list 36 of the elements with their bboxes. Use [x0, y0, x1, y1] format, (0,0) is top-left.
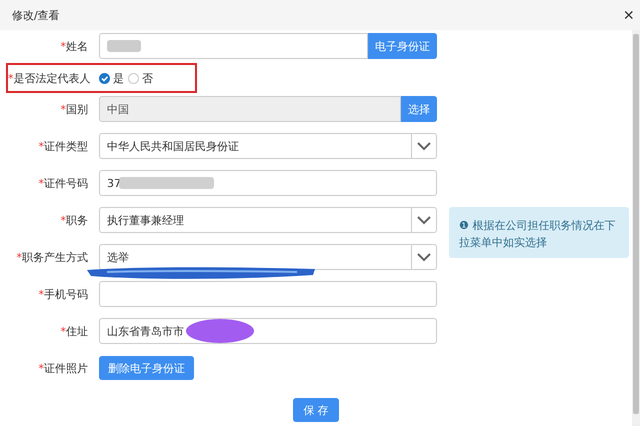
text-field[interactable]: [99, 33, 368, 59]
radio-button[interactable]: [128, 72, 139, 84]
chevron-down-icon[interactable]: [417, 252, 431, 262]
text-field[interactable]: [99, 281, 437, 307]
required-mark: *: [60, 40, 66, 52]
close-button[interactable]: ×: [623, 6, 634, 24]
required-mark: *: [16, 250, 22, 264]
select-field[interactable]: 选举: [99, 244, 411, 270]
field-label: 国别: [66, 102, 88, 116]
field-label: 手机号码: [44, 288, 88, 300]
required-mark: *: [60, 102, 66, 116]
chevron-down-icon[interactable]: [417, 216, 431, 224]
required-mark: *: [60, 214, 66, 226]
select-field[interactable]: 中华人民共和国居民身份证: [99, 133, 411, 159]
chevron-down-icon[interactable]: [417, 142, 431, 150]
field-label: 证件类型: [44, 140, 88, 152]
required-mark: *: [8, 72, 14, 84]
required-mark: *: [38, 362, 44, 374]
required-mark: *: [60, 324, 66, 338]
field-label: 证件照片: [44, 362, 88, 374]
required-mark: *: [38, 288, 44, 300]
hint-text: ❶ 根据在公司担任职务情况在下拉菜单中如实选择: [459, 219, 616, 249]
radio-option[interactable]: 否: [128, 70, 153, 86]
field-label: 证件号码: [44, 176, 88, 190]
dialog-title: 修改/查看: [12, 8, 60, 22]
required-mark: *: [38, 176, 44, 190]
scrollbar[interactable]: [632, 30, 640, 426]
required-mark: *: [38, 140, 44, 152]
field-label: 姓名: [66, 40, 88, 52]
field-label: 职务产生方式: [22, 250, 88, 264]
radio-button[interactable]: [99, 72, 110, 84]
field-label: 职务: [66, 214, 88, 226]
field-label: 是否法定代表人: [14, 72, 90, 84]
select-field[interactable]: 执行董事兼经理: [99, 207, 411, 233]
radio-option[interactable]: 是: [99, 70, 124, 86]
field-label: 住址: [66, 324, 88, 338]
